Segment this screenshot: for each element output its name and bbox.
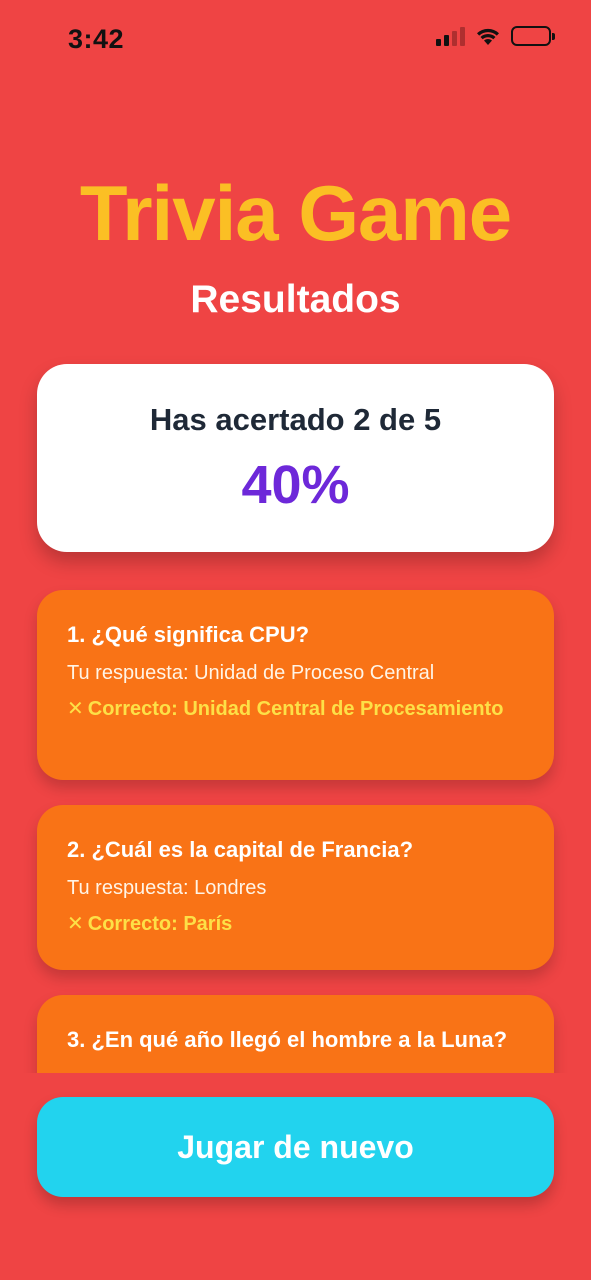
result-question: 2. ¿Cuál es la capital de Francia? (67, 837, 414, 862)
result-card: 3. ¿En qué año llegó el hombre a la Luna… (37, 995, 554, 1073)
result-question: 3. ¿En qué año llegó el hombre a la Luna… (67, 1027, 508, 1052)
results-list[interactable]: 1. ¿Qué significa CPU? Tu respuesta: Uni… (0, 572, 591, 1073)
status-bar: 3:42 (0, 0, 591, 80)
wifi-icon (477, 28, 499, 45)
status-icons (436, 26, 555, 46)
results-screen: 3:42 Trivia Game Resultados Has acertado… (0, 0, 591, 1280)
status-time: 3:42 (68, 24, 125, 54)
result-correct-text: Correcto: París (87, 913, 233, 935)
result-question: 1. ¿Qué significa CPU? (67, 622, 310, 647)
result-correct-text: Correcto: Unidad Central de Procesamient… (87, 698, 504, 720)
incorrect-x-icon: ✕ (67, 913, 84, 935)
score-card: Has acertado 2 de 5 40% (37, 364, 554, 552)
incorrect-x-icon: ✕ (67, 698, 84, 720)
score-percent: 40% (241, 455, 350, 515)
battery-icon (511, 26, 555, 46)
battery-level (516, 31, 522, 41)
result-card: 1. ¿Qué significa CPU? Tu respuesta: Uni… (37, 590, 554, 780)
cellular-signal-icon (436, 26, 465, 46)
result-user-answer: Tu respuesta: Unidad de Proceso Central (67, 662, 435, 684)
result-correct-answer: ✕ Correcto: París (67, 911, 524, 937)
score-text: Has acertado 2 de 5 (149, 402, 442, 437)
play-again-button[interactable]: Jugar de nuevo (37, 1097, 554, 1197)
result-card: 2. ¿Cuál es la capital de Francia? Tu re… (37, 805, 554, 970)
app-title: Trivia Game (79, 169, 512, 257)
screen-subtitle: Resultados (190, 278, 401, 321)
result-correct-answer: ✕ Correcto: Unidad Central de Procesamien… (67, 696, 524, 722)
result-user-answer: Tu respuesta: Londres (67, 877, 267, 899)
